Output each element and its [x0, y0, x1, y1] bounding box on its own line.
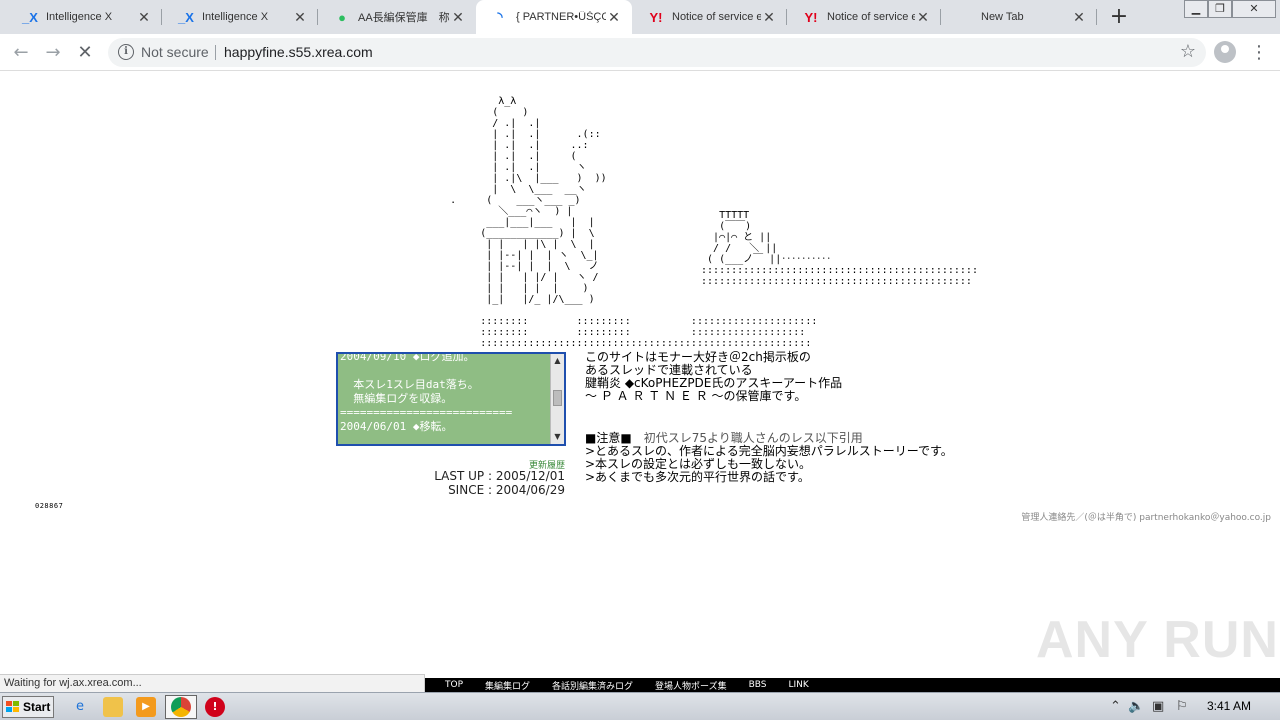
browser-tab[interactable]: Y! Notice of service e ✕: [787, 0, 941, 34]
browser-tab[interactable]: _X Intelligence X ✕: [6, 0, 162, 34]
opera-icon[interactable]: !: [205, 697, 225, 717]
anyrun-watermark: ANY RUN: [1036, 611, 1279, 669]
news-log-text: 2004/09/10 ◆ログ追加。 本スレ1スレ目dat落ち。 無編集ログを収録…: [340, 352, 513, 433]
intelx-icon: _X: [178, 9, 194, 25]
intro-line: ～ Ｐ Ａ Ｒ Ｔ Ｎ Ｅ Ｒ ～の保管庫です。: [585, 389, 807, 403]
nav-link-episode-log[interactable]: 各話別編集済みログ: [552, 679, 633, 692]
info-icon[interactable]: i: [118, 44, 134, 60]
news-log-box[interactable]: 2004/09/10 ◆ログ追加。 本スレ1スレ目dat落ち。 無編集ログを収録…: [336, 352, 566, 446]
loading-spinner-icon: ◝: [497, 9, 503, 24]
nav-link-poses[interactable]: 登場人物ポーズ集: [655, 679, 727, 692]
address-bar[interactable]: i Not secure happyfine.s55.xrea.com ☆: [108, 38, 1206, 67]
new-tab-button[interactable]: +: [1106, 3, 1132, 31]
tab-close-icon[interactable]: ✕: [136, 9, 152, 26]
evernote-icon: ●: [338, 9, 346, 25]
minimize-button[interactable]: ▁: [1184, 0, 1208, 18]
notice-quote: 初代スレ75より職人さんのレス以下引用: [631, 431, 863, 445]
yahoo-icon: Y!: [804, 9, 818, 25]
tab-close-icon[interactable]: ✕: [1071, 9, 1087, 26]
clock[interactable]: 3:41 AM: [1207, 699, 1251, 713]
network-icon[interactable]: ▣: [1152, 699, 1164, 714]
intro-text: このサイトはモナー大好き＠2ch掲示板の あるスレッドで連載されている 腱鞘炎 …: [585, 351, 842, 403]
tab-title: Intelligence X: [202, 11, 269, 23]
intelx-icon: _X: [22, 9, 38, 25]
internet-explorer-icon[interactable]: e: [70, 697, 90, 717]
nav-link-log[interactable]: 集編集ログ: [485, 679, 530, 692]
bookmark-star-icon[interactable]: ☆: [1180, 41, 1196, 62]
scroll-thumb[interactable]: [553, 390, 562, 406]
scroll-up-arrow-icon[interactable]: ▲: [551, 354, 564, 368]
browser-tab[interactable]: ● AA長編保管庫 称 ✕: [318, 0, 476, 34]
tab-close-icon[interactable]: ✕: [450, 9, 466, 26]
tab-separator: [1096, 9, 1097, 25]
close-window-button[interactable]: ✕: [1232, 0, 1276, 18]
security-label: Not secure: [141, 44, 209, 60]
action-center-flag-icon[interactable]: ⚐: [1176, 699, 1188, 714]
contact-text: 管理人連絡先／(＠は半角で) partnerhokanko＠yahoo.co.j…: [1021, 513, 1271, 523]
tab-title: New Tab: [981, 11, 1024, 23]
tab-title: { PARTNER•ÜŠÇŒ: [516, 11, 606, 23]
browser-tab[interactable]: Y! Notice of service e ✕: [632, 0, 787, 34]
notice-line: >あくまでも多次元的平行世界の話です。: [585, 470, 810, 484]
start-label: Start: [23, 700, 51, 714]
tab-close-icon[interactable]: ✕: [915, 9, 931, 26]
tab-strip: _X Intelligence X ✕ _X Intelligence X ✕ ● AA長編保…: [0, 0, 1280, 34]
system-tray: ⌃ 🔈 ▣ ⚐: [1104, 695, 1280, 719]
nav-link-bbs[interactable]: BBS: [749, 680, 767, 690]
file-explorer-icon[interactable]: [103, 697, 123, 717]
stop-loading-button[interactable]: ✕: [73, 41, 97, 65]
nav-link-top[interactable]: TOP: [445, 680, 463, 690]
notice-heading: ■注意■: [585, 431, 632, 445]
web-page: λ_λ ( ) / .| .| | .| .| .(:: | .| .| ..:…: [0, 72, 1280, 674]
windows-taskbar: Start e ▶ ! ⌃ 🔈 ▣ ⚐ 3:41 AM: [0, 692, 1280, 720]
tab-title: AA長編保管庫 称: [358, 12, 450, 24]
volume-icon[interactable]: 🔈: [1128, 699, 1144, 714]
forward-button[interactable]: →: [41, 41, 65, 65]
tab-close-icon[interactable]: ✕: [606, 9, 622, 26]
site-nav-bar: TOP 集編集ログ 各話別編集済みログ 登場人物ポーズ集 BBS LINK: [425, 678, 1280, 692]
chrome-taskbar-button[interactable]: [165, 695, 197, 719]
news-log-scrollbar[interactable]: ▲ ▼: [550, 354, 564, 444]
browser-tab[interactable]: New Tab ✕: [941, 0, 1097, 34]
profile-avatar[interactable]: [1214, 41, 1236, 63]
scroll-down-arrow-icon[interactable]: ▼: [551, 430, 564, 444]
last-up-text: LAST UP : 2005/12/01: [434, 469, 565, 483]
tab-close-icon[interactable]: ✕: [761, 9, 777, 26]
divider: [215, 45, 216, 60]
browser-toolbar: ← → ✕ i Not secure happyfine.s55.xrea.co…: [0, 34, 1280, 71]
notice-block: ■注意■ 初代スレ75より職人さんのレス以下引用 >とあるスレの、作者による完全…: [585, 432, 953, 484]
url-text[interactable]: happyfine.s55.xrea.com: [224, 44, 373, 60]
media-player-icon[interactable]: ▶: [136, 697, 156, 717]
visitor-counter: 028867: [35, 502, 64, 510]
since-text: SINCE : 2004/06/29: [448, 483, 565, 497]
ascii-art-small: TTTTT (￣￣) |⌒|⌒ と || / / ＼ || ( (___ノ￣ |…: [701, 210, 978, 287]
status-bar: Waiting for wj.ax.xrea.com...: [0, 674, 425, 692]
browser-tab[interactable]: ◝ { PARTNER•ÜŠÇŒ ✕: [476, 0, 632, 34]
yahoo-icon: Y!: [649, 9, 663, 25]
chrome-icon: [171, 697, 191, 717]
tab-title: Notice of service e: [672, 11, 761, 23]
chrome-menu-icon[interactable]: ⋮: [1250, 41, 1268, 65]
tab-title: Intelligence X: [46, 11, 113, 23]
start-button[interactable]: Start: [2, 696, 54, 718]
tab-close-icon[interactable]: ✕: [292, 9, 308, 26]
tab-title: Notice of service e: [827, 11, 915, 23]
windows-logo-icon: [6, 701, 20, 714]
nav-link-link[interactable]: LINK: [789, 680, 809, 690]
back-button[interactable]: ←: [9, 41, 33, 65]
browser-tab[interactable]: _X Intelligence X ✕: [162, 0, 318, 34]
show-hidden-icons-icon[interactable]: ⌃: [1110, 699, 1121, 714]
restore-button[interactable]: ❐: [1208, 0, 1232, 18]
